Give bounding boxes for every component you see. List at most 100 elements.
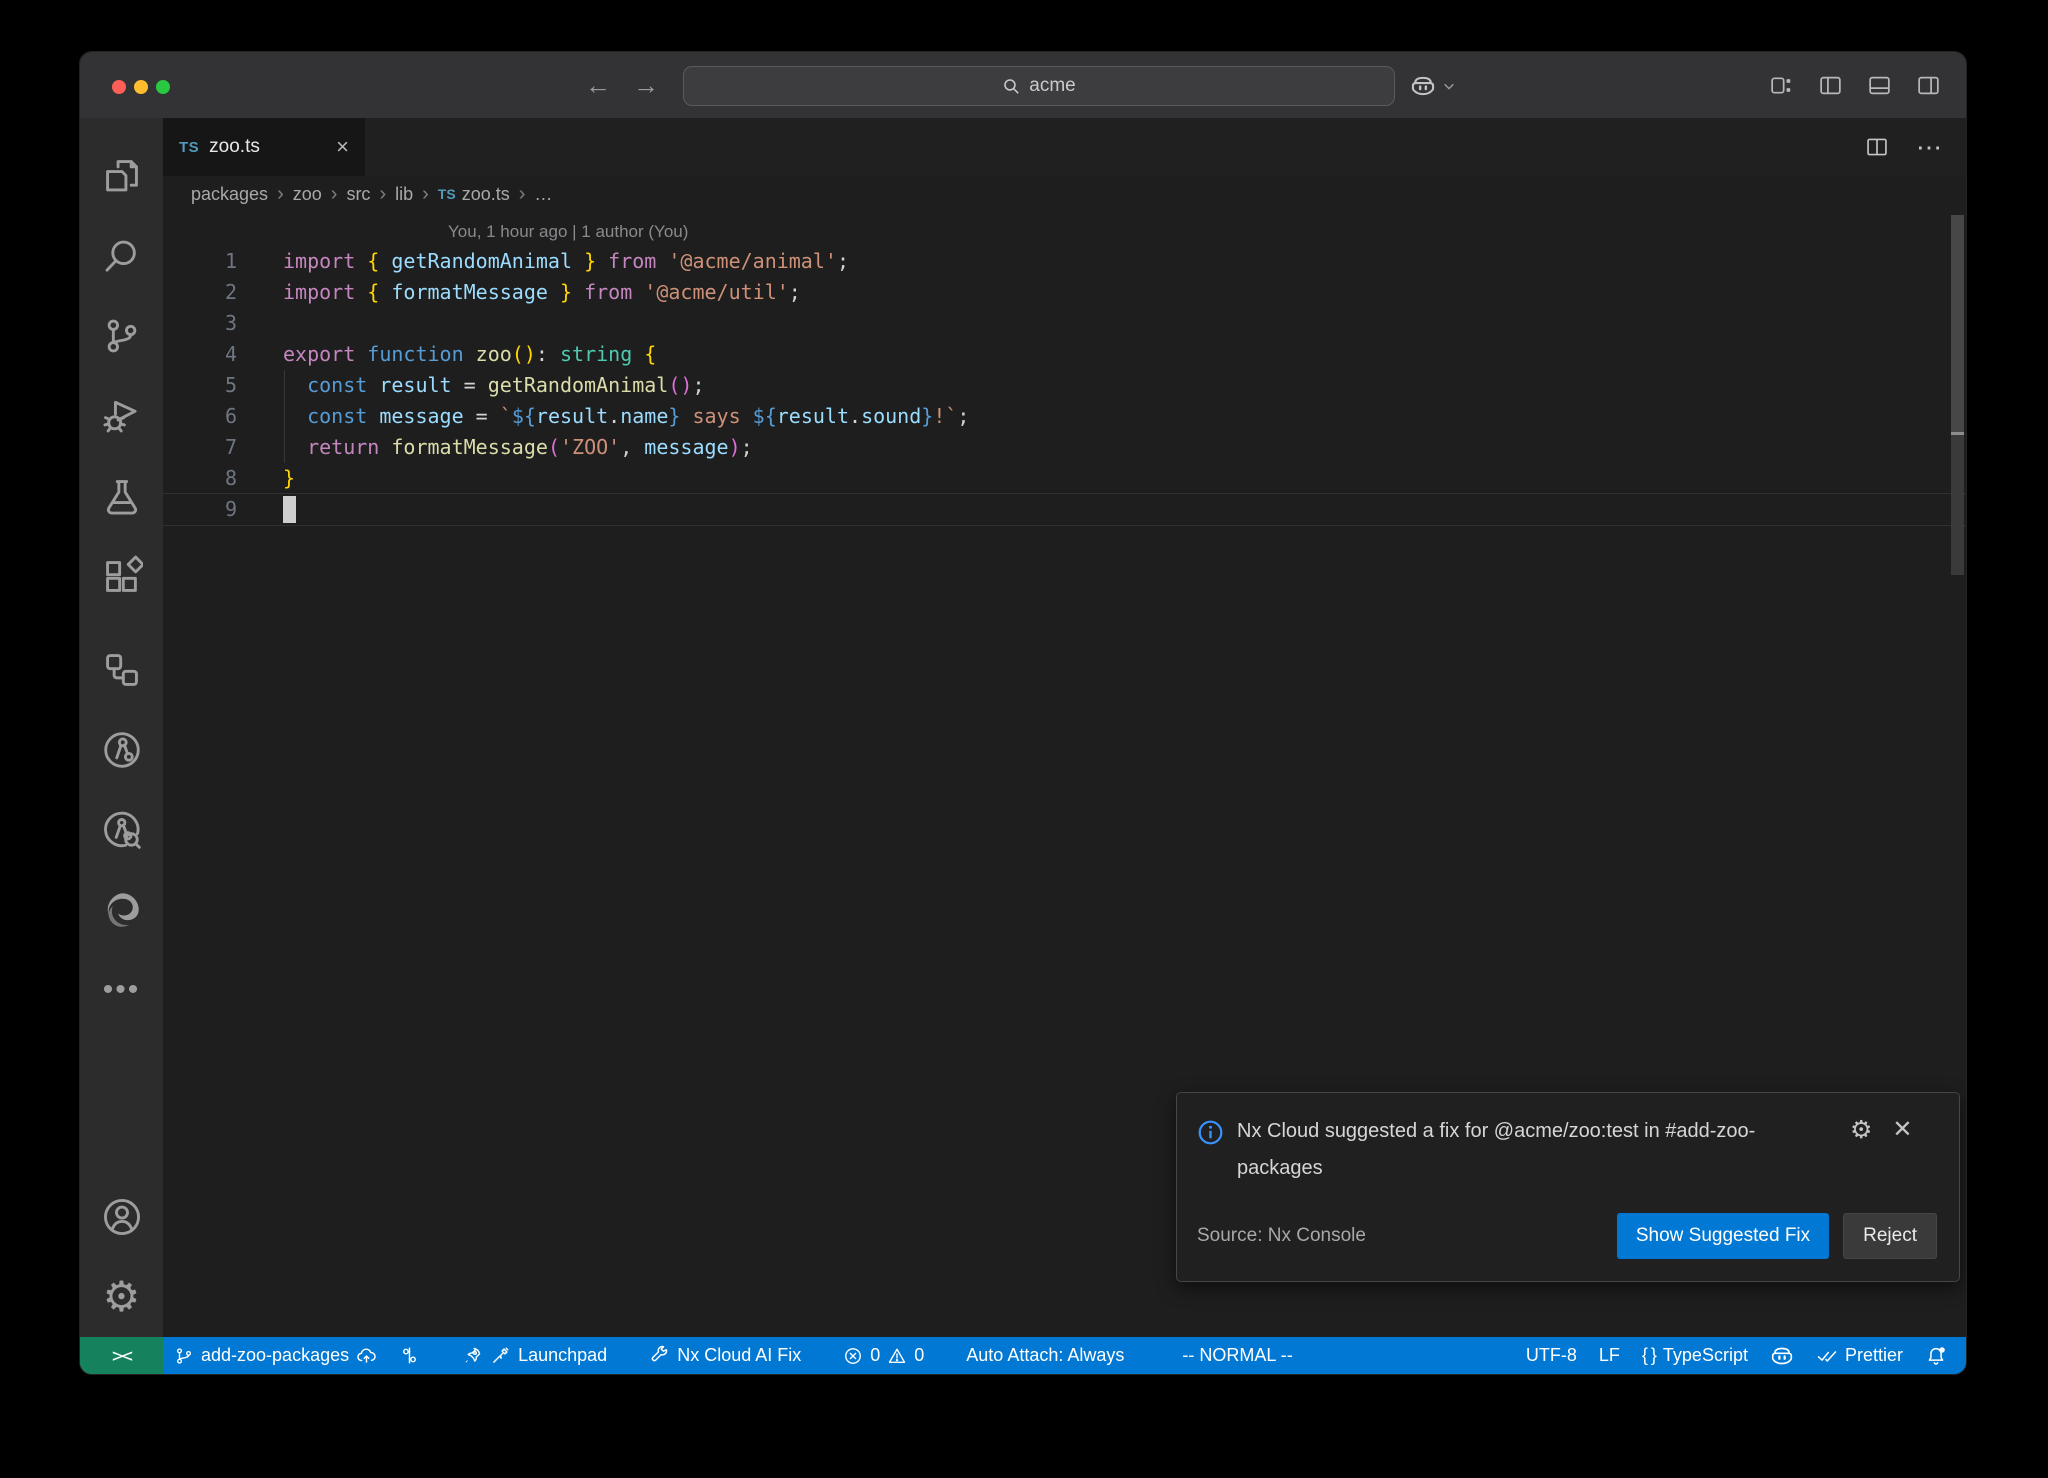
settings-gear-icon[interactable]: ⚙ xyxy=(80,1257,163,1337)
toggle-panel-icon[interactable] xyxy=(1868,74,1891,97)
tab-bar: TS zoo.ts × ⋯ xyxy=(163,118,1966,176)
command-center-search[interactable]: acme xyxy=(683,66,1395,106)
workflow-item[interactable] xyxy=(388,1337,431,1374)
line-number: 1 xyxy=(163,246,237,277)
references-icon[interactable] xyxy=(80,630,163,710)
code-text xyxy=(283,308,1966,339)
close-tab-icon[interactable]: × xyxy=(336,136,349,158)
formatter-item[interactable]: Prettier xyxy=(1805,1337,1914,1374)
traffic-lights xyxy=(112,80,170,94)
close-window-button[interactable] xyxy=(112,80,126,94)
indent-guide xyxy=(284,401,285,432)
blame-annotation: You, 1 hour ago | 1 author (You) xyxy=(283,218,1966,246)
customize-layout-icon[interactable] xyxy=(1770,74,1793,97)
publish-cloud-icon xyxy=(356,1345,377,1366)
forward-arrow-icon[interactable]: → xyxy=(633,70,659,101)
code-text: } xyxy=(283,463,1966,494)
edge-browser-icon[interactable] xyxy=(80,870,163,950)
code-line[interactable]: 9 xyxy=(163,494,1966,525)
vim-mode-item[interactable]: -- NORMAL -- xyxy=(1171,1337,1303,1374)
problems-item[interactable]: 0 0 xyxy=(832,1337,935,1374)
code-line[interactable]: 8} xyxy=(163,463,1966,494)
copilot-icon xyxy=(1770,1344,1794,1368)
info-icon xyxy=(1197,1119,1224,1146)
code-text: return formatMessage('ZOO', message); xyxy=(283,432,1966,463)
copilot-menu[interactable] xyxy=(1410,66,1456,106)
breadcrumb-item-file[interactable]: zoo.ts xyxy=(462,184,510,205)
code-line[interactable]: 1 import { getRandomAnimal } from '@acme/… xyxy=(163,246,1966,277)
encoding-item[interactable]: UTF-8 xyxy=(1515,1337,1588,1374)
source-control-icon[interactable] xyxy=(80,296,163,376)
more-actions-icon[interactable]: ⋯ xyxy=(1916,132,1942,163)
explorer-icon[interactable] xyxy=(80,136,163,216)
indent-guide xyxy=(284,432,285,463)
breadcrumb-symbol-overflow[interactable]: … xyxy=(534,184,552,205)
git-branch-item[interactable]: add-zoo-packages xyxy=(163,1337,388,1374)
remote-indicator[interactable]: >< xyxy=(80,1337,163,1374)
code-line[interactable]: 2 import { formatMessage } from '@acme/ut… xyxy=(163,277,1966,308)
branch-name: add-zoo-packages xyxy=(201,1345,349,1366)
desktop: ← → acme xyxy=(0,0,2048,1478)
notifications-item[interactable] xyxy=(1914,1337,1958,1374)
search-icon[interactable] xyxy=(80,216,163,296)
typescript-file-icon: TS xyxy=(179,139,199,156)
breadcrumb-item[interactable]: packages xyxy=(191,184,268,205)
code-text: const result = getRandomAnimal(); xyxy=(283,370,1966,401)
reject-button[interactable]: Reject xyxy=(1843,1213,1937,1259)
line-number: 9 xyxy=(163,494,237,525)
breadcrumb-item[interactable]: src xyxy=(346,184,370,205)
zoom-window-button[interactable] xyxy=(156,80,170,94)
more-icon[interactable]: ••• xyxy=(80,950,163,1030)
code-text: import { formatMessage } from '@acme/uti… xyxy=(283,277,1966,308)
scrollbar[interactable] xyxy=(1951,215,1964,575)
search-icon xyxy=(1002,77,1021,96)
error-icon xyxy=(843,1346,863,1366)
notification-toast: Nx Cloud suggested a fix for @acme/zoo:t… xyxy=(1176,1092,1960,1282)
tab-label: zoo.ts xyxy=(209,136,260,158)
code-line[interactable]: 7 return formatMessage('ZOO', message); xyxy=(163,432,1966,463)
code-lines: 1 import { getRandomAnimal } from '@acme/… xyxy=(163,246,1966,525)
split-editor-icon[interactable] xyxy=(1866,136,1888,158)
warning-icon xyxy=(887,1346,907,1366)
extensions-icon[interactable] xyxy=(80,536,163,616)
notification-gear-icon[interactable]: ⚙ xyxy=(1850,1115,1872,1144)
nx-cloud-icon[interactable] xyxy=(80,790,163,870)
history-nav: ← → xyxy=(585,52,659,118)
back-arrow-icon[interactable]: ← xyxy=(585,70,611,101)
eol-item[interactable]: LF xyxy=(1588,1337,1631,1374)
minimize-window-button[interactable] xyxy=(134,80,148,94)
code-line[interactable]: 5 const result = getRandomAnimal(); xyxy=(163,370,1966,401)
toggle-primary-sidebar-icon[interactable] xyxy=(1819,74,1842,97)
run-debug-icon[interactable] xyxy=(80,376,163,456)
tab-zoo-ts[interactable]: TS zoo.ts × xyxy=(163,118,365,176)
encoding-label: UTF-8 xyxy=(1526,1345,1577,1366)
breadcrumb-item[interactable]: lib xyxy=(395,184,413,205)
breadcrumb-items: packages›zoo›src›lib›TSzoo.ts›… xyxy=(191,183,552,206)
braces-icon: { } xyxy=(1642,1345,1656,1366)
account-icon[interactable] xyxy=(80,1177,163,1257)
eol-label: LF xyxy=(1599,1345,1620,1366)
toggle-secondary-sidebar-icon[interactable] xyxy=(1917,74,1940,97)
launchpad-label: Launchpad xyxy=(518,1345,607,1366)
layout-controls xyxy=(1770,52,1940,118)
code-text: export function zoo(): string { xyxy=(283,339,1966,370)
show-suggested-fix-button[interactable]: Show Suggested Fix xyxy=(1617,1213,1829,1259)
code-line[interactable]: 3 xyxy=(163,308,1966,339)
code-line[interactable]: 4export function zoo(): string { xyxy=(163,339,1966,370)
nx-fix-item[interactable]: Nx Cloud AI Fix xyxy=(638,1337,812,1374)
testing-icon[interactable] xyxy=(80,456,163,536)
notification-close-icon[interactable]: ✕ xyxy=(1892,1118,1912,1142)
breadcrumb-separator: › xyxy=(379,183,386,206)
copilot-status-item[interactable] xyxy=(1759,1337,1805,1374)
breadcrumb: packages›zoo›src›lib›TSzoo.ts›… xyxy=(163,176,1966,212)
warning-count: 0 xyxy=(914,1345,924,1366)
language-item[interactable]: { } TypeScript xyxy=(1631,1337,1759,1374)
editor[interactable]: You, 1 hour ago | 1 author (You) 1 import… xyxy=(163,212,1966,1337)
code-line[interactable]: 6 const message = `${result.name} says $… xyxy=(163,401,1966,432)
launchpad-item[interactable]: Launchpad xyxy=(451,1337,618,1374)
nx-console-icon[interactable] xyxy=(80,710,163,790)
code-text: import { getRandomAnimal } from '@acme/a… xyxy=(283,246,1966,277)
auto-attach-item[interactable]: Auto Attach: Always xyxy=(955,1337,1135,1374)
breadcrumb-item[interactable]: zoo xyxy=(293,184,322,205)
line-number: 2 xyxy=(163,277,237,308)
